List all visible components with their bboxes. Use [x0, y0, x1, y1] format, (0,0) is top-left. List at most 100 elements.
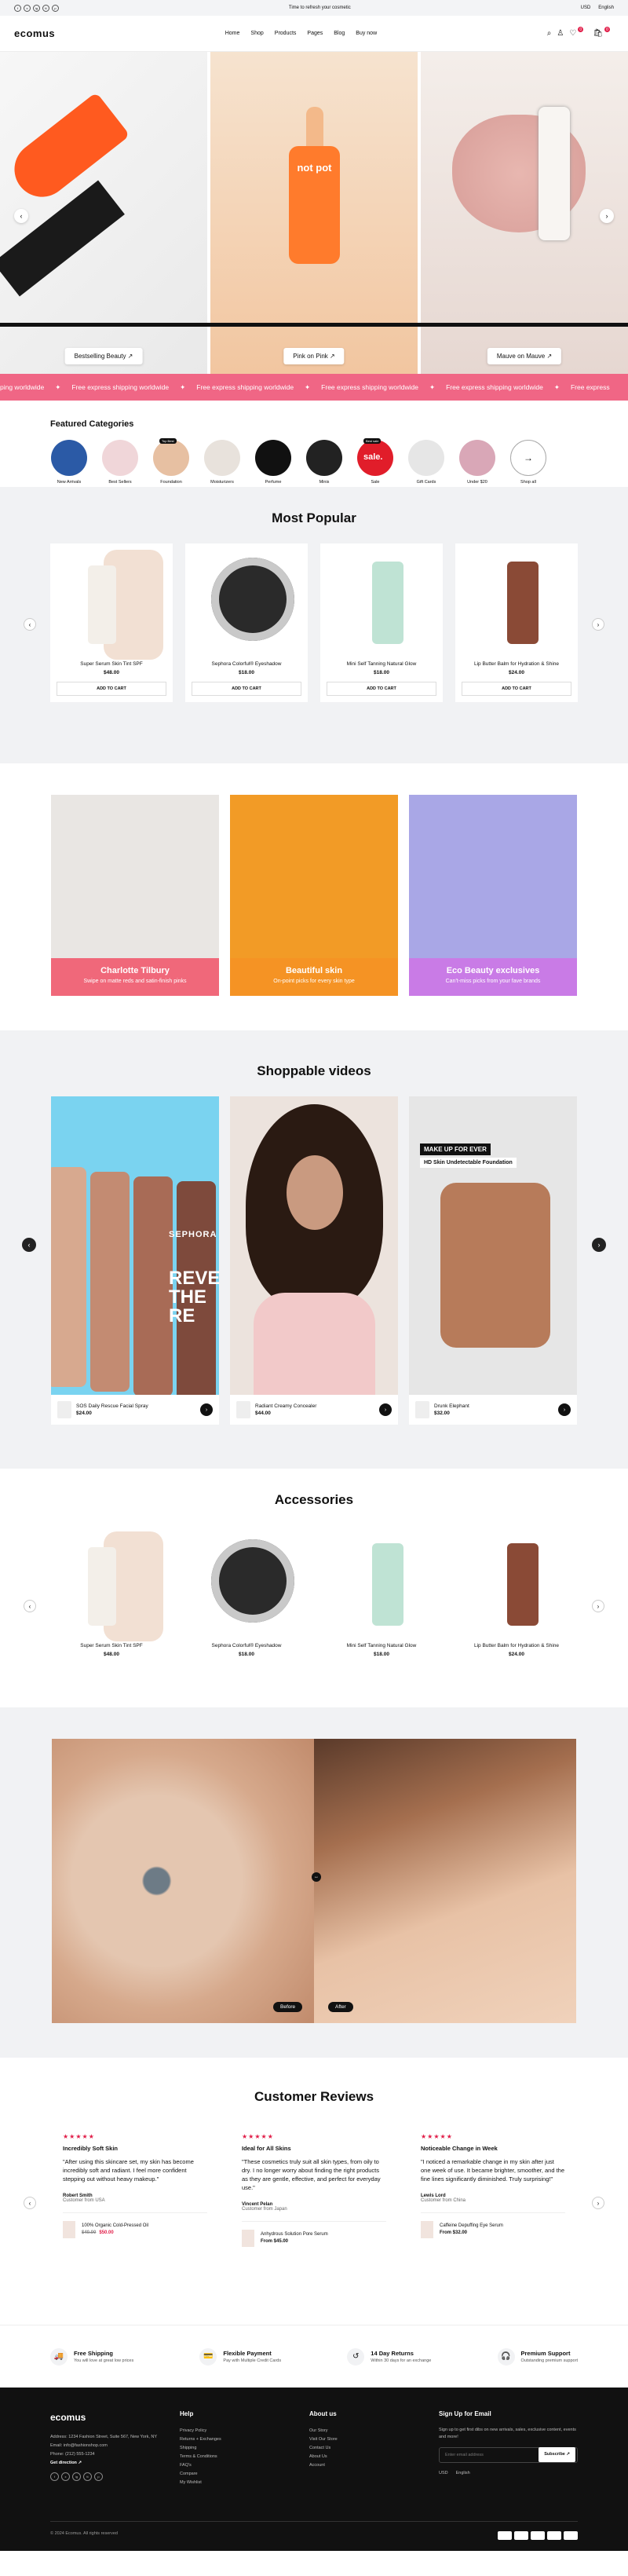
category-item[interactable]: Minis — [305, 440, 343, 485]
category-item[interactable]: Moisturizers — [203, 440, 241, 485]
product-name[interactable]: Super Serum Skin Tint SPF — [57, 661, 166, 667]
footer-link[interactable]: Contact Us — [309, 2444, 439, 2453]
category-item[interactable]: Best sale sale. Sale — [356, 438, 394, 485]
currency-select[interactable]: USD — [581, 5, 591, 10]
account-icon[interactable]: ♙ — [557, 29, 564, 38]
promo-banner[interactable]: Eco Beauty exclusives Can't-miss picks fr… — [409, 795, 577, 996]
social-icon[interactable]: f — [50, 2472, 59, 2481]
product-name[interactable]: Mini Self Tanning Natural Glow — [327, 1643, 436, 1648]
drag-handle-icon[interactable]: ↔ — [312, 1872, 321, 1882]
product-card[interactable]: Super Serum Skin Tint SPF $48.00 ADD TO CA… — [50, 543, 173, 702]
subscribe-button[interactable]: Subscribe ↗ — [539, 2447, 575, 2463]
add-icon[interactable]: › — [558, 1403, 571, 1416]
social-icon[interactable]: x — [61, 2472, 70, 2481]
social-icon[interactable]: ig — [72, 2472, 81, 2481]
product-card[interactable]: Sephora Colorful® Eyeshadow $18.00 — [185, 1525, 308, 1670]
add-to-cart-button[interactable]: ADD TO CART — [327, 682, 436, 696]
reviewed-product[interactable]: Caffeine Depuffing Eye Serum From $32.00 — [421, 2212, 565, 2238]
product-name[interactable]: SOS Daily Rescue Facial Spray — [76, 1403, 148, 1409]
next-arrow-icon[interactable]: › — [592, 1238, 606, 1252]
footer-link[interactable]: Account — [309, 2461, 439, 2470]
product-thumbnail[interactable] — [236, 1401, 250, 1418]
product-name[interactable]: Anhydrous Solution Pore Serum — [261, 2232, 328, 2237]
video-frame[interactable]: SEPHORA REVEAL THE RE — [51, 1096, 219, 1395]
footer-language-select[interactable]: English — [456, 2469, 470, 2478]
category-item[interactable]: Gift Cards — [407, 440, 445, 485]
product-name[interactable]: Lip Butter Balm for Hydration & Shine — [462, 661, 571, 667]
footer-link[interactable]: About Us — [309, 2453, 439, 2461]
social-icon[interactable]: f — [14, 4, 21, 12]
nav-item[interactable]: Pages — [307, 31, 323, 36]
social-icon[interactable]: p — [52, 4, 59, 12]
prev-arrow-icon[interactable]: ‹ — [24, 618, 36, 631]
get-direction-link[interactable]: Get direction ↗ — [50, 2459, 180, 2468]
product-card[interactable]: Super Serum Skin Tint SPF $48.00 — [50, 1525, 173, 1670]
footer-email[interactable]: Email: info@fashionshop.com — [50, 2442, 180, 2450]
cart-icon[interactable]: 🛍 — [593, 29, 603, 38]
product-card[interactable]: Mini Self Tanning Natural Glow $18.00 — [320, 1525, 443, 1670]
nav-item[interactable]: Buy now — [356, 31, 377, 36]
hero-slide-button[interactable]: Mauve on Mauve ↗ — [487, 348, 562, 364]
product-name[interactable]: Lip Butter Balm for Hydration & Shine — [462, 1643, 571, 1648]
promo-banner[interactable]: Charlotte Tilbury Swipe on matte reds and… — [51, 795, 219, 996]
add-to-cart-button[interactable]: ADD TO CART — [57, 682, 166, 696]
footer-link[interactable]: Visit Our Store — [309, 2435, 439, 2444]
prev-arrow-icon[interactable]: ‹ — [22, 1238, 36, 1252]
category-item[interactable]: Top Best Foundation — [152, 438, 190, 485]
footer-link[interactable]: My Wishlist — [180, 2479, 309, 2487]
nav-item[interactable]: Shop — [250, 31, 263, 36]
next-arrow-icon[interactable]: › — [592, 1600, 604, 1612]
footer-link[interactable]: Returns + Exchanges — [180, 2435, 309, 2444]
hero-slide-button[interactable]: Bestselling Beauty ↗ — [64, 348, 143, 364]
video-card[interactable]: Radiant Creamy Concealer $44.00 › — [230, 1096, 398, 1425]
category-item[interactable]: Under $20 — [458, 440, 496, 485]
category-item[interactable]: Best Sellers — [101, 440, 139, 485]
prev-arrow-icon[interactable]: ‹ — [24, 1600, 36, 1612]
reviewed-product[interactable]: 100% Organic Cold-Pressed Oil $40.00 $50.0… — [63, 2212, 207, 2238]
promo-banner[interactable]: Beautiful skin On-point picks for every s… — [230, 795, 398, 996]
product-name[interactable]: Super Serum Skin Tint SPF — [57, 1643, 166, 1648]
product-card[interactable]: Sephora Colorful® Eyeshadow $18.00 ADD TO … — [185, 543, 308, 702]
social-icon[interactable]: tt — [83, 2472, 92, 2481]
nav-item[interactable]: Home — [225, 31, 240, 36]
next-arrow-icon[interactable]: › — [592, 618, 604, 631]
before-after-slider[interactable]: ↔ Before After — [52, 1739, 576, 2023]
reviewed-product[interactable]: Anhydrous Solution Pore Serum From $45.00 — [242, 2220, 386, 2247]
nav-item[interactable]: Products — [275, 31, 297, 36]
product-name[interactable]: Caffeine Depuffing Eye Serum — [440, 2223, 503, 2228]
footer-link[interactable]: Our Story — [309, 2427, 439, 2435]
video-frame[interactable]: MAKE UP FOR EVER HD Skin Undetectable Fou… — [409, 1096, 577, 1395]
add-to-cart-button[interactable]: ADD TO CART — [192, 682, 301, 696]
product-name[interactable]: Sephora Colorful® Eyeshadow — [192, 1643, 301, 1648]
search-icon[interactable]: ⌕ — [547, 29, 552, 38]
footer-currency-select[interactable]: USD — [439, 2469, 448, 2478]
add-icon[interactable]: › — [200, 1403, 213, 1416]
add-icon[interactable]: › — [379, 1403, 392, 1416]
product-name[interactable]: Sephora Colorful® Eyeshadow — [192, 661, 301, 667]
add-to-cart-button[interactable]: ADD TO CART — [462, 682, 571, 696]
product-name[interactable]: Radiant Creamy Concealer — [255, 1403, 316, 1409]
social-icon[interactable]: x — [24, 4, 31, 12]
product-name[interactable]: 100% Organic Cold-Pressed Oil — [82, 2223, 148, 2228]
nav-item[interactable]: Blog — [334, 31, 345, 36]
footer-link[interactable]: Terms & Conditions — [180, 2453, 309, 2461]
product-card[interactable]: Lip Butter Balm for Hydration & Shine $24… — [455, 543, 578, 702]
wishlist-icon[interactable]: ♡ — [569, 29, 576, 38]
email-input[interactable] — [441, 2452, 539, 2457]
hero-slide-button[interactable]: Pink on Pink ↗ — [283, 348, 345, 364]
social-icon[interactable]: tt — [42, 4, 49, 12]
logo[interactable]: ecomus — [14, 27, 55, 39]
product-name[interactable]: Mini Self Tanning Natural Glow — [327, 661, 436, 667]
category-item[interactable]: Perfume — [254, 440, 292, 485]
product-card[interactable]: Mini Self Tanning Natural Glow $18.00 ADD … — [320, 543, 443, 702]
product-thumbnail[interactable] — [415, 1401, 429, 1418]
video-card[interactable]: MAKE UP FOR EVER HD Skin Undetectable Fou… — [409, 1096, 577, 1425]
video-frame[interactable] — [230, 1096, 398, 1395]
footer-link[interactable]: FAQ's — [180, 2461, 309, 2470]
prev-arrow-icon[interactable]: ‹ — [14, 209, 28, 223]
next-arrow-icon[interactable]: › — [592, 2197, 604, 2209]
footer-logo[interactable]: ecomus — [50, 2408, 180, 2427]
prev-arrow-icon[interactable]: ‹ — [24, 2197, 36, 2209]
social-icon[interactable]: p — [94, 2472, 103, 2481]
footer-link[interactable]: Privacy Policy — [180, 2427, 309, 2435]
